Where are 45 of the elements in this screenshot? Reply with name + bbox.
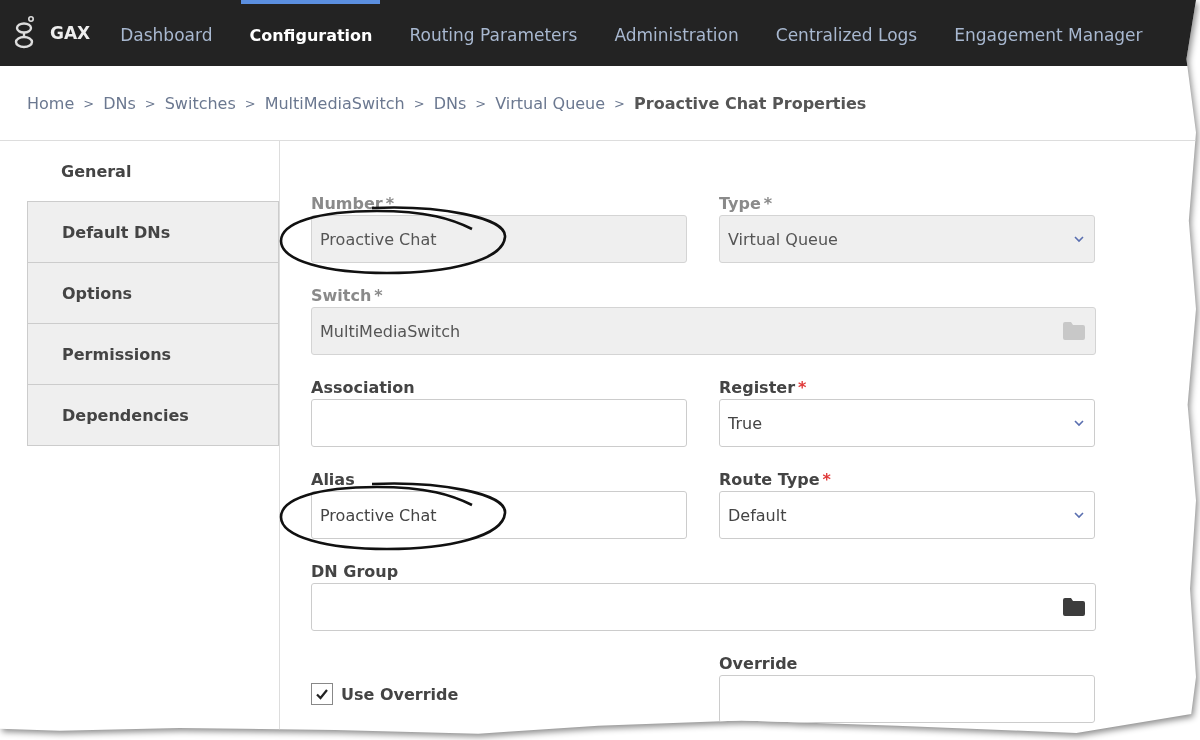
nav-tab[interactable]: Administration — [606, 0, 747, 66]
field-label: Association — [311, 377, 416, 399]
dropdown[interactable]: True — [719, 399, 1095, 447]
dropdown[interactable]: Default — [719, 491, 1095, 539]
breadcrumb-link[interactable]: DNs — [433, 93, 467, 113]
nav-tab[interactable]: Engagement Manager — [946, 0, 1151, 66]
folder-icon — [1063, 322, 1085, 340]
field-label: Type * — [719, 193, 774, 215]
nav-tab[interactable]: Centralized Logs — [767, 0, 926, 66]
breadcrumb-current: Proactive Chat Properties — [634, 93, 867, 113]
input-field[interactable]: Proactive Chat — [311, 491, 687, 539]
side-tab[interactable]: Options — [27, 263, 279, 324]
logo-icon — [14, 15, 36, 51]
breadcrumb-link[interactable]: Virtual Queue — [495, 93, 606, 113]
folder-icon — [1063, 598, 1085, 616]
side-tab[interactable]: Default DNs — [27, 202, 279, 263]
field-label: Switch * — [311, 285, 384, 307]
use-override-checkbox[interactable]: Use Override — [311, 683, 459, 705]
field-label: Route Type * — [719, 469, 832, 491]
breadcrumb-separator: > — [413, 95, 425, 111]
side-tab[interactable]: Dependencies — [27, 385, 279, 446]
breadcrumb-separator: > — [475, 95, 487, 111]
chevron-down-icon — [1074, 419, 1084, 427]
breadcrumb-link[interactable]: DNs — [103, 93, 136, 113]
nav-tab[interactable]: Configuration — [241, 0, 381, 66]
breadcrumb-separator: > — [244, 95, 256, 111]
field-label: Register * — [719, 377, 808, 399]
breadcrumb-link[interactable]: Home — [27, 93, 75, 113]
nav-tab[interactable]: Routing Parameters — [401, 0, 586, 66]
breadcrumb-link[interactable]: MultiMediaSwitch — [264, 93, 405, 113]
field-label: Number * — [311, 193, 396, 215]
chevron-down-icon — [1074, 235, 1084, 243]
field-label: Override — [719, 653, 799, 675]
nav-tab[interactable]: Dashboard — [112, 0, 221, 66]
breadcrumb-link[interactable]: Switches — [164, 93, 236, 113]
checkbox[interactable] — [311, 683, 333, 705]
side-tab[interactable]: Permissions — [27, 324, 279, 385]
field-label: DN Group — [311, 561, 400, 583]
field-label: Alias — [311, 469, 356, 491]
breadcrumb-separator: > — [614, 95, 625, 111]
checkmark-icon — [315, 687, 329, 701]
breadcrumb-separator: > — [83, 95, 95, 111]
app-name: GAX — [50, 23, 91, 43]
chevron-down-icon — [1074, 511, 1084, 519]
breadcrumb-separator: > — [144, 95, 156, 111]
